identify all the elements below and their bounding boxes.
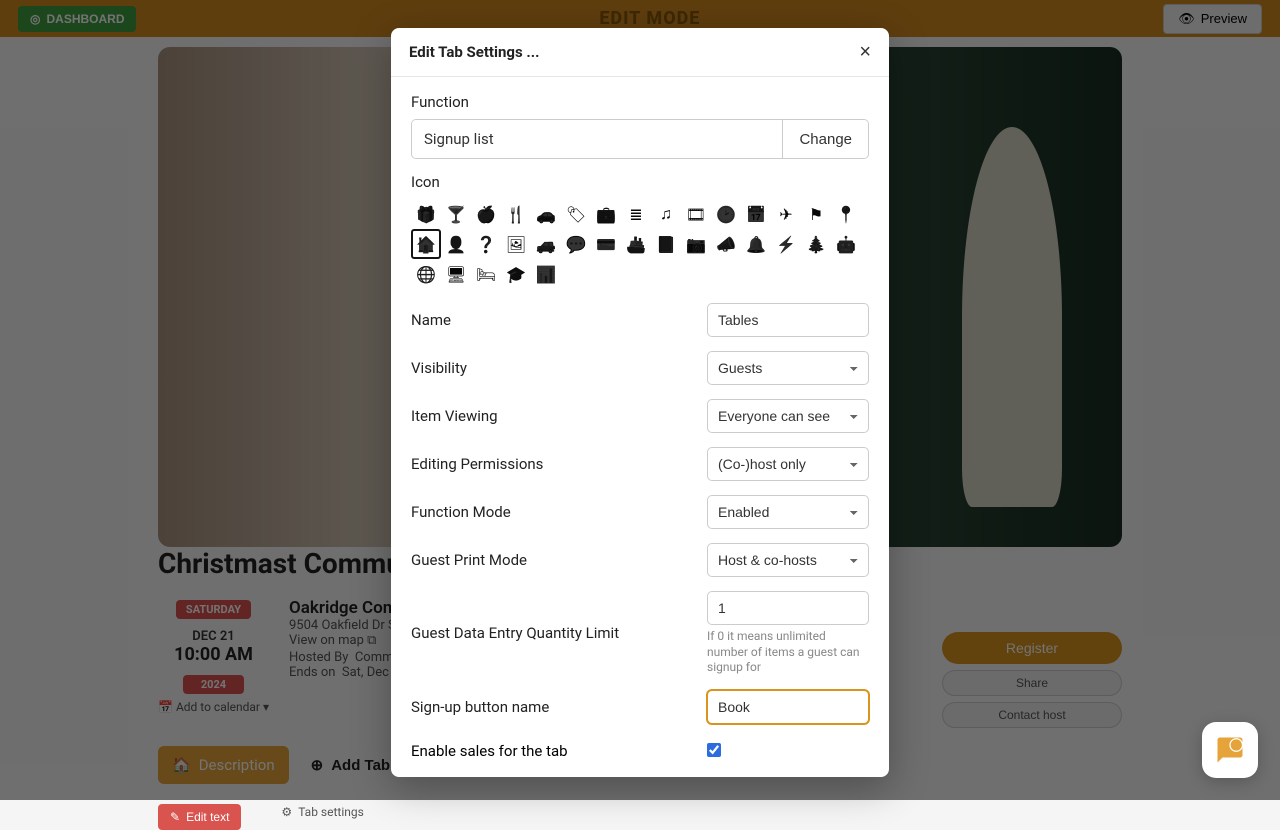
icon-option-help[interactable]: ❓ [471, 229, 501, 259]
item-viewing-select[interactable]: Everyone can see [707, 399, 869, 433]
icon-option-megaphone[interactable]: 📣 [711, 229, 741, 259]
quantity-limit-row: Guest Data Entry Quantity Limit If 0 it … [411, 591, 869, 676]
icon-option-calendar[interactable]: 📅 [741, 199, 771, 229]
modal-title: Edit Tab Settings ... [409, 43, 539, 61]
function-row: Signup list Change [411, 119, 869, 159]
icon-option-plane[interactable]: ✈ [771, 199, 801, 229]
icon-option-chart[interactable]: 📊 [531, 259, 561, 289]
icon-option-tree[interactable]: 🎄 [801, 229, 831, 259]
quantity-limit-label: Guest Data Entry Quantity Limit [411, 624, 707, 642]
icon-option-bell[interactable]: 🔔 [741, 229, 771, 259]
icon-option-android[interactable]: 🤖 [831, 229, 861, 259]
signup-button-name-input[interactable] [707, 690, 869, 724]
icon-option-camera[interactable]: 📷 [681, 229, 711, 259]
enable-sales-label: Enable sales for the tab [411, 742, 707, 760]
guest-print-mode-row: Guest Print Mode Host & co-hosts [411, 543, 869, 577]
change-function-button[interactable]: Change [782, 120, 868, 158]
icon-option-car-side[interactable]: 🚗 [531, 199, 561, 229]
icon-option-gift[interactable]: 🎁 [411, 199, 441, 229]
icon-option-clock[interactable]: 🕑 [711, 199, 741, 229]
chat-icon [1215, 735, 1245, 765]
quantity-limit-help: If 0 it means unlimited number of items … [707, 629, 869, 676]
icon-option-user[interactable]: 👤 [441, 229, 471, 259]
icon-option-tag[interactable]: 🏷 [561, 199, 591, 229]
editing-permissions-select[interactable]: (Co-)host only [707, 447, 869, 481]
icon-grid: 🎁🍸🍎🍴🚗🏷💼≣♫🎞🕑📅✈⚑📍 🏠👤❓🖼🚙💬💳🚢📕📷📣🔔⚡🎄🤖 🌐🖥🛏🎓📊 [411, 199, 869, 289]
editing-permissions-label: Editing Permissions [411, 455, 707, 473]
icon-option-music[interactable]: ♫ [651, 199, 681, 229]
signup-button-name-label: Sign-up button name [411, 698, 707, 716]
icon-option-glass[interactable]: 🍸 [441, 199, 471, 229]
icon-option-briefcase[interactable]: 💼 [591, 199, 621, 229]
icon-option-film[interactable]: 🎞 [681, 199, 711, 229]
name-label: Name [411, 311, 707, 329]
visibility-row: Visibility Guests [411, 351, 869, 385]
guest-print-mode-select[interactable]: Host & co-hosts [707, 543, 869, 577]
pencil-icon: ✎ [170, 810, 180, 824]
enable-sales-checkbox[interactable] [707, 743, 721, 757]
function-label: Function [411, 93, 869, 111]
icon-option-bolt[interactable]: ⚡ [771, 229, 801, 259]
icon-option-grad[interactable]: 🎓 [501, 259, 531, 289]
visibility-select[interactable]: Guests [707, 351, 869, 385]
gear-icon: ⚙ [281, 805, 292, 819]
icon-option-book[interactable]: 📕 [651, 229, 681, 259]
icon-option-flag[interactable]: ⚑ [801, 199, 831, 229]
guest-print-mode-label: Guest Print Mode [411, 551, 707, 569]
modal-header: Edit Tab Settings ... × [391, 28, 889, 77]
visibility-label: Visibility [411, 359, 707, 377]
icon-option-bed[interactable]: 🛏 [471, 259, 501, 289]
quantity-limit-input[interactable] [707, 591, 869, 625]
item-viewing-row: Item Viewing Everyone can see [411, 399, 869, 433]
chat-fab[interactable] [1202, 722, 1258, 778]
signup-button-name-row: Sign-up button name [411, 690, 869, 724]
name-input[interactable] [707, 303, 869, 337]
function-mode-select[interactable]: Enabled [707, 495, 869, 529]
function-mode-label: Function Mode [411, 503, 707, 521]
function-value: Signup list [412, 120, 782, 158]
icon-option-cutlery[interactable]: 🍴 [501, 199, 531, 229]
edit-text-button[interactable]: ✎ Edit text [158, 804, 241, 830]
icon-option-chat[interactable]: 💬 [561, 229, 591, 259]
icon-option-card[interactable]: 💳 [591, 229, 621, 259]
editing-permissions-row: Editing Permissions (Co-)host only [411, 447, 869, 481]
icon-label: Icon [411, 173, 869, 191]
icon-option-image[interactable]: 🖼 [501, 229, 531, 259]
name-row: Name [411, 303, 869, 337]
modal-body: Function Signup list Change Icon 🎁🍸🍎🍴🚗🏷💼… [391, 77, 889, 777]
icon-option-list[interactable]: ≣ [621, 199, 651, 229]
tab-settings-link[interactable]: ⚙ Tab settings [281, 805, 363, 819]
icon-option-home[interactable]: 🏠 [411, 229, 441, 259]
icon-option-apple[interactable]: 🍎 [471, 199, 501, 229]
edit-tab-settings-modal: Edit Tab Settings ... × Function Signup … [391, 28, 889, 777]
item-viewing-label: Item Viewing [411, 407, 707, 425]
icon-option-ship[interactable]: 🚢 [621, 229, 651, 259]
close-button[interactable]: × [859, 42, 871, 62]
icon-option-pin[interactable]: 📍 [831, 199, 861, 229]
icon-option-board[interactable]: 🖥 [441, 259, 471, 289]
icon-option-globe[interactable]: 🌐 [411, 259, 441, 289]
enable-sales-row: Enable sales for the tab [411, 742, 869, 761]
icon-option-car-side2[interactable]: 🚙 [531, 229, 561, 259]
function-mode-row: Function Mode Enabled [411, 495, 869, 529]
